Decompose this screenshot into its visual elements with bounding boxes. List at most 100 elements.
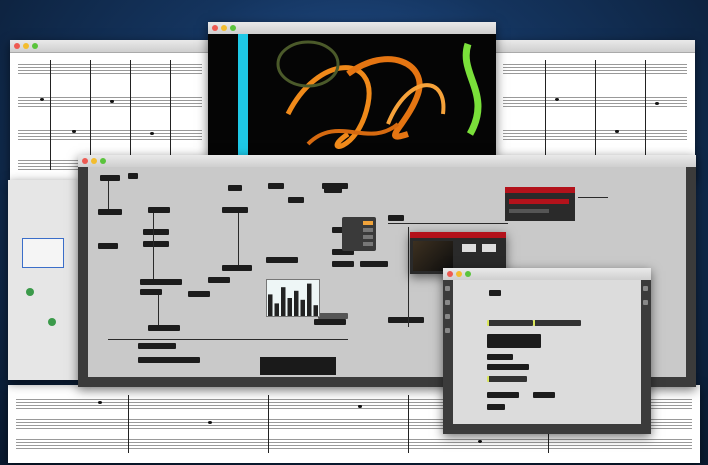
note	[615, 130, 619, 133]
patch-object[interactable]	[487, 364, 529, 370]
note	[208, 421, 212, 424]
multislider-bar[interactable]	[313, 305, 319, 316]
wrench-icon[interactable]	[445, 314, 450, 319]
patch-object[interactable]	[98, 243, 118, 249]
patch-object[interactable]	[489, 290, 501, 296]
side-patch-panel[interactable]	[8, 180, 80, 380]
note	[110, 100, 114, 103]
staff	[18, 128, 202, 140]
patch-cord	[108, 181, 109, 209]
right-toolbar	[686, 167, 696, 377]
minimize-icon[interactable]	[456, 271, 462, 277]
close-icon[interactable]	[447, 271, 453, 277]
multislider-bar[interactable]	[274, 303, 280, 316]
patch-object[interactable]	[138, 357, 200, 363]
note	[478, 440, 482, 443]
patch-object[interactable]	[222, 265, 252, 271]
panel-field[interactable]	[509, 199, 569, 204]
note	[150, 132, 154, 135]
patch-object[interactable]	[487, 334, 541, 348]
green-node-icon[interactable]	[48, 318, 56, 326]
patch-object[interactable]	[322, 183, 348, 189]
patch-object[interactable]	[208, 277, 230, 283]
patch-object[interactable]	[143, 241, 169, 247]
patch-object[interactable]	[143, 229, 169, 235]
zoom-icon[interactable]	[230, 25, 236, 31]
gear-icon[interactable]	[643, 300, 648, 305]
zoom-icon[interactable]	[465, 271, 471, 277]
close-icon[interactable]	[212, 25, 218, 31]
camera-titlebar[interactable]	[410, 232, 506, 238]
patch-object[interactable]	[100, 175, 120, 181]
close-icon[interactable]	[14, 43, 20, 49]
lock-icon[interactable]	[445, 286, 450, 291]
multislider[interactable]	[266, 279, 320, 317]
param-field[interactable]	[363, 235, 373, 239]
score-left-titlebar[interactable]	[10, 40, 210, 53]
minimize-icon[interactable]	[91, 158, 97, 164]
green-node-icon[interactable]	[26, 288, 34, 296]
control-panel-red[interactable]	[505, 187, 575, 221]
barline	[130, 60, 131, 170]
multislider-bar[interactable]	[287, 298, 293, 316]
patch-object[interactable]	[332, 261, 354, 267]
patch-object[interactable]	[360, 261, 388, 267]
play-icon[interactable]	[445, 328, 450, 333]
camera-toggle[interactable]	[482, 244, 496, 252]
patch-object[interactable]	[222, 207, 248, 213]
patch-object[interactable]	[388, 317, 424, 323]
patch-object[interactable]	[128, 173, 138, 179]
instrument-box[interactable]	[22, 238, 64, 268]
patch-object-highlighted[interactable]	[487, 376, 527, 382]
staff	[16, 437, 692, 449]
patch-object[interactable]	[138, 343, 176, 349]
barline	[595, 60, 596, 170]
grid-icon[interactable]	[445, 300, 450, 305]
patch-object[interactable]	[487, 392, 519, 398]
patch-object[interactable]	[268, 183, 284, 189]
barline	[645, 60, 646, 170]
patch-object[interactable]	[148, 325, 180, 331]
score-right-titlebar[interactable]	[495, 40, 695, 53]
patch-object[interactable]	[228, 185, 242, 191]
param-field[interactable]	[363, 228, 373, 232]
object-palette-window[interactable]	[443, 268, 651, 434]
multislider-bar[interactable]	[294, 290, 299, 316]
patch-object[interactable]	[98, 209, 122, 215]
video-output-window[interactable]	[208, 22, 496, 157]
camera-toggle[interactable]	[462, 244, 476, 252]
patch-object[interactable]	[188, 291, 210, 297]
multislider-bar[interactable]	[307, 283, 312, 316]
note	[98, 401, 102, 404]
patch-object[interactable]	[288, 197, 304, 203]
patch-object[interactable]	[140, 279, 182, 285]
note	[358, 405, 362, 408]
multislider-bar[interactable]	[281, 287, 286, 316]
patch-object[interactable]	[314, 319, 346, 325]
multislider-bar[interactable]	[300, 299, 306, 316]
search-icon[interactable]	[643, 286, 648, 291]
palette-canvas[interactable]	[453, 280, 641, 424]
patch-object[interactable]	[487, 354, 513, 360]
zoom-icon[interactable]	[32, 43, 38, 49]
patch-object[interactable]	[533, 392, 555, 398]
multislider-bar[interactable]	[268, 294, 273, 316]
patch-object-highlighted[interactable]	[533, 320, 581, 326]
camera-preview	[413, 241, 453, 271]
parameter-panel[interactable]	[342, 217, 376, 251]
patch-object[interactable]	[148, 207, 170, 213]
param-field-orange[interactable]	[363, 221, 373, 225]
patch-object[interactable]	[487, 404, 505, 410]
panel-field[interactable]	[509, 209, 549, 213]
patch-object-highlighted[interactable]	[487, 320, 533, 326]
minimize-icon[interactable]	[221, 25, 227, 31]
minimize-icon[interactable]	[23, 43, 29, 49]
patch-object[interactable]	[388, 215, 404, 221]
staff	[18, 62, 202, 74]
zoom-icon[interactable]	[100, 158, 106, 164]
cyan-bar	[238, 34, 248, 157]
patch-object[interactable]	[266, 257, 298, 263]
close-icon[interactable]	[82, 158, 88, 164]
param-field[interactable]	[363, 242, 373, 246]
patch-cord	[153, 213, 154, 279]
